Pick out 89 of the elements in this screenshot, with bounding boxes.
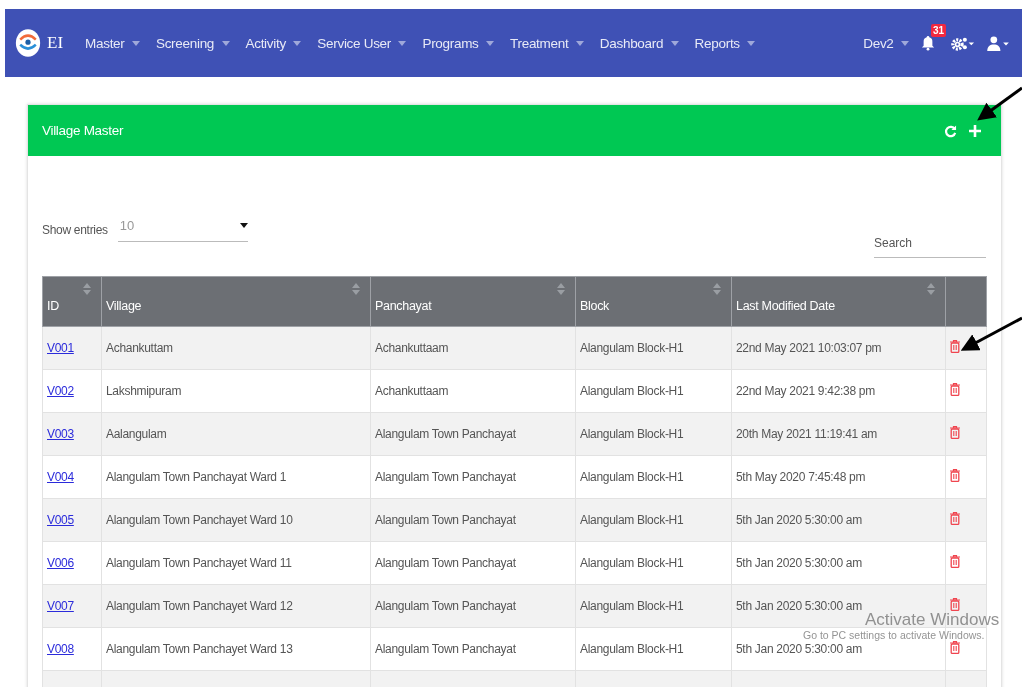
user-icon[interactable]: [987, 35, 1010, 51]
table-cell: Alangulam Block-H1: [575, 412, 732, 456]
id-link[interactable]: V006: [47, 556, 74, 570]
caret-icon: [131, 41, 140, 47]
column-header[interactable]: Block: [575, 276, 732, 327]
caret-icon: [221, 41, 230, 47]
activation-title: Activate Windows: [865, 611, 1000, 629]
show-entries-label: Show entries: [42, 223, 108, 237]
table-cell: Alangulam Town Panchayat: [370, 412, 576, 456]
trash-icon[interactable]: [950, 641, 960, 654]
column-header[interactable]: Village: [101, 276, 371, 327]
id-link[interactable]: V008: [47, 642, 74, 656]
sort-icon[interactable]: [927, 283, 935, 295]
caret-icon: [398, 41, 407, 47]
table-cell: Alangulam Town Panchayet Ward 12: [101, 584, 371, 628]
trash-icon[interactable]: [950, 426, 960, 439]
trash-icon[interactable]: [950, 598, 960, 611]
column-header[interactable]: Panchayat: [370, 276, 576, 327]
sort-icon[interactable]: [557, 283, 565, 295]
id-link[interactable]: V003: [47, 427, 74, 441]
table-cell: Lakshmipuram: [101, 369, 371, 413]
id-link[interactable]: V001: [47, 341, 74, 355]
table-cell: Alangulam Town Panchayat: [370, 498, 576, 542]
table-cell: Alangulam Block-H1: [575, 326, 732, 370]
annotation-arrow: [960, 316, 1022, 351]
card-title: Village Master: [42, 123, 124, 138]
nav-menu[interactable]: Master: [77, 35, 148, 51]
trash-icon[interactable]: [950, 469, 960, 482]
table-cell: Alangulam Town Panchayet Ward 13: [101, 627, 371, 671]
refresh-icon[interactable]: [944, 123, 957, 138]
caret-icon: [239, 223, 248, 228]
table-cell: 22nd May 2021 9:42:38 pm: [731, 369, 946, 413]
nav-menu[interactable]: Programs: [414, 35, 503, 51]
caret-icon: [293, 41, 302, 47]
table-cell: Alangulam Town Panchayat: [370, 541, 576, 585]
caret-icon: [747, 41, 756, 47]
bell-icon[interactable]: [921, 35, 935, 51]
nav-menu[interactable]: Screening: [147, 35, 238, 51]
nav-menu[interactable]: Service User: [309, 35, 415, 51]
table-cell: Alangulam Town Panchayet Ward 10: [101, 498, 371, 542]
caret-icon: [670, 41, 679, 47]
nav-menu[interactable]: Dashboard: [591, 35, 687, 51]
caret-icon: [575, 41, 584, 47]
table-cell: Achankuttaam: [370, 369, 576, 413]
logo-icon[interactable]: [15, 28, 41, 58]
annotation-arrow: [977, 86, 1022, 121]
column-header[interactable]: Last Modified Date: [731, 276, 946, 327]
sort-icon[interactable]: [713, 283, 721, 295]
table-cell: Achankuttam: [101, 326, 371, 370]
table-cell: Alangulam Town Panchayat: [370, 627, 576, 671]
caret-icon: [901, 41, 909, 47]
trash-icon[interactable]: [950, 555, 960, 568]
id-link[interactable]: V007: [47, 599, 74, 613]
column-header[interactable]: ID: [42, 276, 102, 327]
table-cell: Alangulam Town Panchayat Ward 1: [101, 455, 371, 499]
table-cell: Alangulam Block-H1: [575, 541, 732, 585]
id-link[interactable]: V005: [47, 513, 74, 527]
table-cell: 20th May 2021 11:19:41 am: [731, 412, 946, 456]
nav-menu[interactable]: Reports: [686, 35, 764, 51]
table-cell: Alangulam Block-H1: [575, 584, 732, 628]
table-cell: Aalangulam: [101, 412, 371, 456]
table-cell: Alangulam Block-H1: [575, 498, 732, 542]
table-cell: Alangulam Block-H1: [575, 455, 732, 499]
add-icon[interactable]: [969, 124, 981, 137]
table-cell: 5th Jan 2020 5:30:00 am: [731, 541, 946, 585]
table-cell: Alangulam Block-H1: [575, 627, 732, 671]
table-cell: Alangulam Town Panchayat: [370, 455, 576, 499]
trash-icon[interactable]: [950, 383, 960, 396]
activation-message: Go to PC settings to activate Windows.: [803, 630, 985, 641]
sort-icon[interactable]: [83, 283, 91, 295]
table-cell: 5th Jan 2020 5:30:00 am: [731, 498, 946, 542]
table-cell: Alangulam Block-H1: [575, 369, 732, 413]
id-link[interactable]: V002: [47, 384, 74, 398]
trash-icon[interactable]: [950, 340, 960, 353]
gears-icon[interactable]: [951, 35, 975, 51]
trash-icon[interactable]: [950, 512, 960, 525]
table-cell: 22nd May 2021 10:03:07 pm: [731, 326, 946, 370]
brand-name[interactable]: EI: [47, 33, 64, 53]
table-cell: Alangulam Town Panchayet Ward 11: [101, 541, 371, 585]
table-cell: Achankuttaam: [370, 326, 576, 370]
nav-menu[interactable]: Treatment: [502, 35, 592, 51]
id-link[interactable]: V004: [47, 470, 74, 484]
table-cell: 5th May 2020 7:45:48 pm: [731, 455, 946, 499]
caret-icon: [486, 41, 495, 47]
user-menu[interactable]: Dev2: [855, 35, 917, 51]
sort-icon[interactable]: [352, 283, 360, 295]
nav-menu[interactable]: Activity: [237, 35, 310, 51]
notification-count: 31: [931, 24, 947, 37]
table-cell: Alangulam Town Panchayat: [370, 584, 576, 628]
